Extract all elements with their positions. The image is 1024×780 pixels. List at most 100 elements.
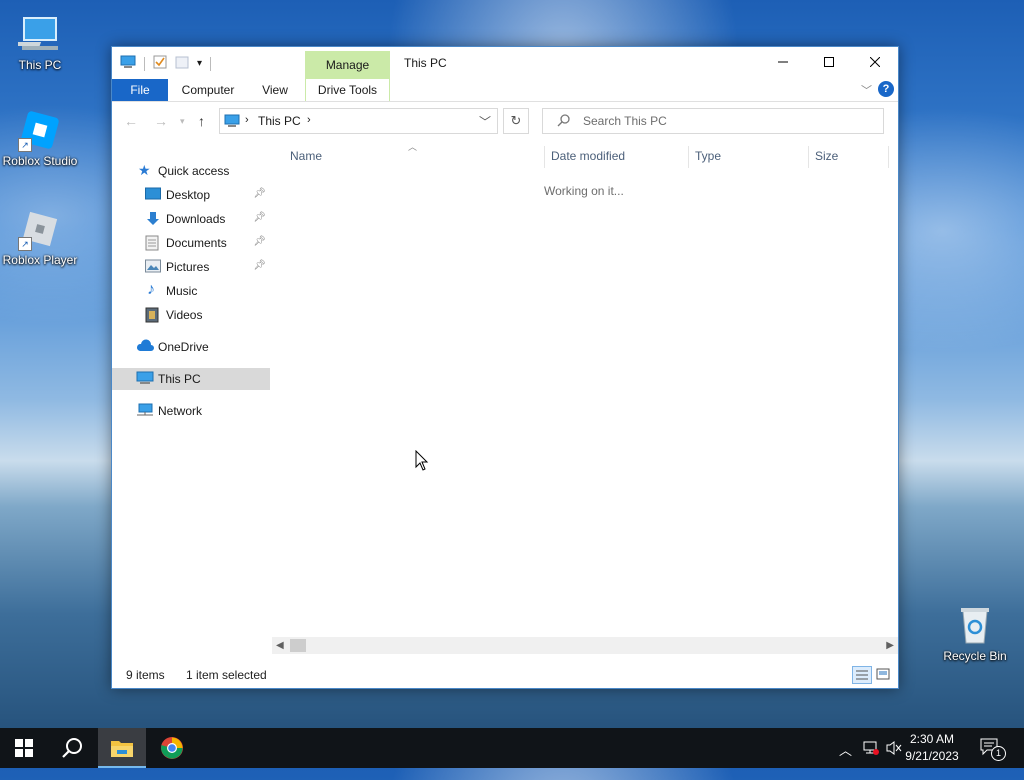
nav-videos[interactable]: Videos — [112, 304, 270, 326]
scroll-right-icon[interactable]: ▶ — [886, 637, 894, 654]
expand-ribbon-icon[interactable]: ﹀ — [861, 82, 872, 98]
customize-toolbar-icon[interactable]: ▾ — [197, 58, 202, 69]
folder-icon — [111, 741, 133, 757]
new-folder-icon[interactable] — [175, 55, 189, 72]
show-hidden-icons-icon[interactable]: ︿ — [839, 740, 852, 780]
horizontal-scrollbar[interactable]: ◀ ▶ — [272, 637, 898, 654]
nav-label: Network — [158, 404, 203, 418]
maximize-button[interactable] — [806, 47, 852, 77]
nav-desktop[interactable]: Desktop 📌︎ — [112, 184, 270, 206]
details-view-button[interactable] — [852, 666, 872, 684]
breadcrumb-chevron-icon[interactable]: › — [245, 114, 249, 126]
desktop-icon-label: Roblox Studio — [2, 154, 78, 168]
title-bar: ▾ Manage This PC — [112, 47, 898, 79]
breadcrumb-chevron-icon[interactable]: › — [307, 114, 311, 126]
network-disconnected-icon[interactable] — [862, 740, 880, 780]
nav-label: Documents — [166, 236, 227, 250]
taskbar-file-explorer[interactable] — [98, 728, 146, 768]
up-icon[interactable]: ↑ — [198, 113, 205, 129]
address-dropdown-icon[interactable]: ﹀ — [479, 113, 491, 130]
search-input[interactable] — [581, 113, 875, 129]
recent-locations-icon[interactable]: ▾ — [180, 116, 185, 127]
chrome-icon — [161, 737, 183, 759]
pin-icon[interactable]: 📌︎ — [253, 188, 266, 199]
item-count: 9 items — [126, 668, 165, 682]
mouse-cursor-icon — [415, 450, 429, 471]
scroll-left-icon[interactable]: ◀ — [276, 637, 284, 654]
search-box[interactable] — [542, 108, 884, 134]
refresh-button[interactable]: ↻ — [503, 108, 529, 134]
pin-icon[interactable]: 📌︎ — [253, 236, 266, 247]
windows-logo-icon — [15, 739, 33, 757]
selection-count: 1 item selected — [186, 668, 267, 682]
nav-documents[interactable]: Documents 📌︎ — [112, 232, 270, 254]
desktop-icon-roblox-player[interactable]: ↗ Roblox Player — [0, 207, 80, 267]
refresh-icon: ↻ — [510, 113, 522, 128]
clock-date: 9/21/2023 — [905, 749, 959, 763]
manage-context-tab[interactable]: Manage — [305, 51, 390, 79]
desktop-icon-recycle-bin[interactable]: Recycle Bin — [935, 603, 1015, 663]
minimize-icon — [778, 61, 788, 63]
column-header-name[interactable]: Name — [284, 142, 542, 170]
network-icon — [136, 403, 153, 419]
nav-label: This PC — [158, 372, 201, 386]
nav-quick-access[interactable]: ★ Quick access — [112, 160, 270, 182]
pictures-icon — [145, 259, 161, 275]
scrollbar-thumb[interactable] — [290, 639, 306, 652]
desktop-icon-label: This PC — [18, 58, 62, 72]
close-button[interactable] — [852, 47, 898, 77]
toolbar-divider — [144, 56, 145, 71]
desktop-icon — [145, 187, 161, 203]
file-explorer-window: ▾ Manage This PC File Computer View Driv… — [111, 46, 899, 689]
onedrive-cloud-icon — [136, 339, 154, 355]
tab-view[interactable]: View — [252, 79, 298, 101]
forward-icon[interactable]: → — [154, 113, 168, 129]
close-icon — [869, 56, 881, 68]
pin-icon[interactable]: 📌︎ — [253, 260, 266, 271]
desktop-icon-this-pc[interactable]: This PC — [0, 12, 80, 72]
navigation-pane: ★ Quick access Desktop 📌︎ Downloads 📌︎ D… — [112, 142, 270, 658]
minimize-button[interactable] — [760, 47, 806, 77]
search-icon — [557, 114, 570, 130]
tab-computer[interactable]: Computer — [174, 79, 242, 101]
nav-label: Quick access — [158, 164, 230, 178]
clock[interactable]: 2:30 AM 9/21/2023 — [898, 731, 966, 765]
column-header-size[interactable]: Size — [809, 142, 889, 170]
pin-icon[interactable]: 📌︎ — [253, 212, 266, 223]
column-header-type[interactable]: Type — [689, 142, 807, 170]
large-icons-view-button[interactable] — [874, 666, 894, 684]
nav-network[interactable]: Network — [112, 400, 270, 422]
roblox-player-icon: ↗ — [18, 207, 62, 251]
nav-pictures[interactable]: Pictures 📌︎ — [112, 256, 270, 278]
ribbon-tabs: File Computer View Drive Tools ﹀ ? — [112, 79, 898, 102]
details-view-icon — [856, 670, 868, 680]
taskbar: ︿ 2:30 AM 9/21/2023 1 — [0, 728, 1024, 768]
shortcut-arrow-icon: ↗ — [18, 138, 32, 152]
downloads-icon — [145, 211, 161, 227]
column-header-date-modified[interactable]: Date modified — [545, 142, 687, 170]
nav-onedrive[interactable]: OneDrive — [112, 336, 270, 358]
column-divider[interactable] — [888, 146, 889, 168]
action-center-button[interactable]: 1 — [980, 738, 1012, 778]
desktop-icon-roblox-studio[interactable]: ↗ Roblox Studio — [0, 108, 80, 168]
start-button[interactable] — [0, 728, 48, 768]
large-icons-view-icon — [876, 668, 890, 680]
tab-drive-tools[interactable]: Drive Tools — [305, 79, 390, 101]
properties-icon[interactable] — [153, 55, 167, 72]
address-bar[interactable]: › This PC › ﹀ — [219, 108, 498, 134]
search-button[interactable] — [48, 728, 96, 768]
navigation-bar: ← → ▾ ↑ › This PC › ﹀ ↻ — [112, 102, 898, 140]
breadcrumb-this-pc[interactable]: This PC — [258, 114, 301, 128]
desktop-icon-label: Recycle Bin — [943, 649, 1007, 663]
tab-file[interactable]: File — [112, 79, 168, 101]
computer-icon — [15, 12, 62, 56]
desktop-icon-label: Roblox Player — [2, 253, 78, 267]
file-list: ︿ Name Date modified Type Size Working o… — [270, 142, 898, 658]
back-icon[interactable]: ← — [124, 113, 138, 129]
nav-music[interactable]: ♪ Music — [112, 280, 270, 302]
taskbar-chrome[interactable] — [148, 728, 196, 768]
computer-icon — [136, 371, 154, 387]
help-icon[interactable]: ? — [878, 81, 894, 97]
nav-downloads[interactable]: Downloads 📌︎ — [112, 208, 270, 230]
nav-this-pc[interactable]: This PC — [112, 368, 270, 390]
